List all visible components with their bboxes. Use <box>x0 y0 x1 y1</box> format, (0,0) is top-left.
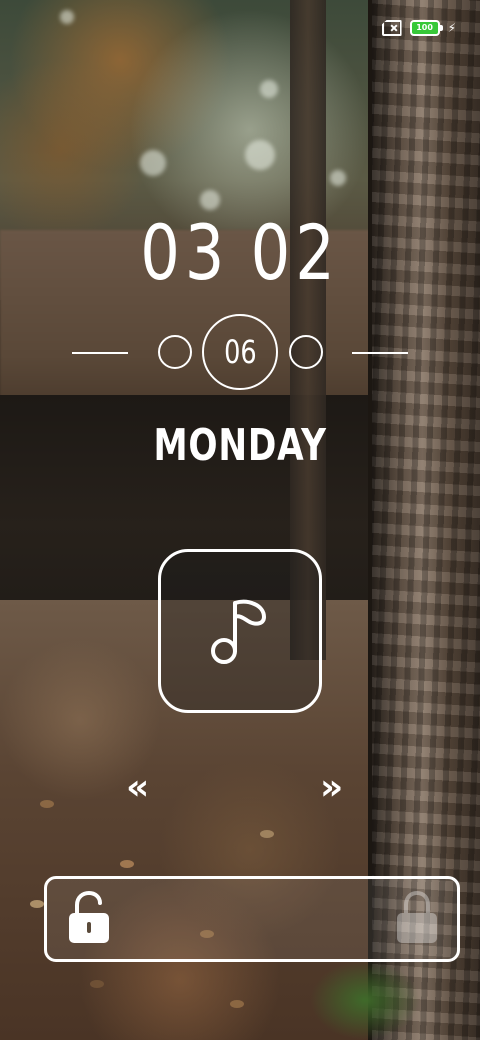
unlocked-padlock-icon[interactable] <box>67 891 111 945</box>
clock-hours: 03 <box>140 208 230 297</box>
clock-minutes: 02 <box>250 208 340 297</box>
date-day: 06 <box>223 333 257 371</box>
circle-ornament-left <box>158 335 192 369</box>
divider-line-right <box>352 352 408 354</box>
battery-level: 100 <box>416 23 433 32</box>
double-chevron-right-icon: » <box>320 767 344 808</box>
weekday-text: MONDAY <box>153 420 327 471</box>
weekday-label: MONDAY <box>0 420 480 471</box>
date-ornament: 06 <box>0 314 480 394</box>
double-chevron-left-icon: « <box>126 767 150 808</box>
lightning-bolt-icon: ⚡︎ <box>447 21 456 35</box>
locked-padlock-icon <box>397 891 437 943</box>
no-sim-icon <box>381 20 402 36</box>
status-bar: 100 ⚡︎ <box>381 16 456 40</box>
battery-icon: 100 <box>409 20 443 36</box>
date-day-circle: 06 <box>202 314 278 390</box>
divider-line-left <box>72 352 128 354</box>
lockscreen-clock: 03 02 <box>43 208 437 297</box>
music-button[interactable] <box>158 549 322 713</box>
music-note-icon <box>211 599 266 664</box>
wallpaper-moss <box>310 960 420 1040</box>
circle-ornament-right <box>289 335 323 369</box>
unlock-slider-track[interactable] <box>44 876 460 962</box>
